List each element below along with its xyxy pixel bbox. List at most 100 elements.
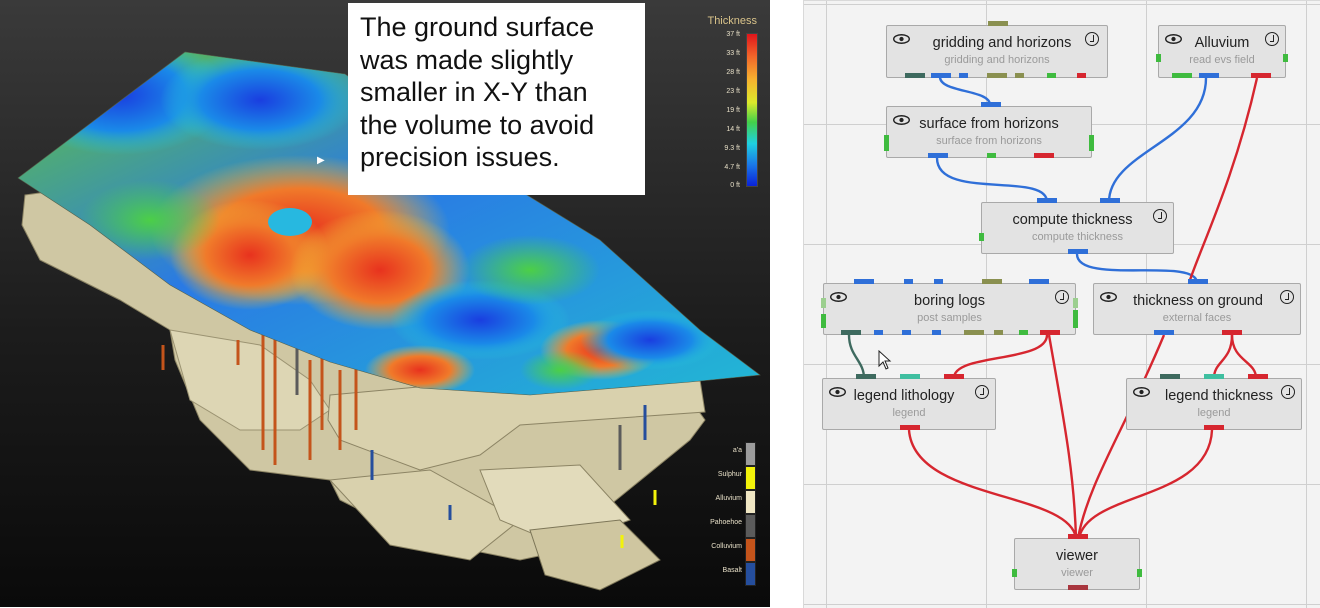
input-port[interactable] [1100,198,1120,203]
input-port[interactable] [982,279,1002,284]
node-subtitle: legend [1197,407,1231,419]
node-gridding-and-horizons[interactable]: gridding and horizons gridding and horiz… [886,21,1108,78]
output-port[interactable] [1034,153,1054,158]
output-port[interactable] [1222,330,1242,335]
output-port[interactable] [1040,330,1060,335]
input-port[interactable] [944,374,964,379]
input-port[interactable] [854,279,874,284]
output-port[interactable] [1068,249,1088,254]
node-boring-logs[interactable]: boring logs post samples [821,279,1078,335]
side-port[interactable] [884,135,889,151]
output-port[interactable] [905,73,925,78]
thickness-legend-title: Thickness [707,15,757,27]
output-port[interactable] [1154,330,1174,335]
input-port[interactable] [1029,279,1049,284]
output-port[interactable] [994,330,1003,335]
node-viewer[interactable]: viewer viewer [1012,534,1142,590]
input-port[interactable] [1248,374,1268,379]
side-port[interactable] [821,314,826,328]
node-title: compute thickness [1012,212,1133,228]
side-port[interactable] [821,298,826,308]
output-port[interactable] [1251,73,1271,78]
output-port[interactable] [1199,73,1219,78]
download-icon[interactable] [1281,385,1295,399]
output-port[interactable] [1068,585,1088,590]
output-port[interactable] [928,153,948,158]
input-port[interactable] [1068,534,1088,539]
input-port[interactable] [1160,374,1180,379]
node-alluvium[interactable]: Alluvium read evs field [1156,25,1288,78]
side-port[interactable] [1283,54,1288,62]
lithology-legend-item: Alluvium [690,490,762,514]
output-port[interactable] [1019,330,1028,335]
output-port[interactable] [964,330,984,335]
lithology-legend: a'a Sulphur Alluvium Pahoehoe Colluvium … [690,438,762,594]
side-port[interactable] [1137,569,1142,577]
input-port[interactable] [856,374,876,379]
output-port[interactable] [932,330,941,335]
node-thickness-on-ground[interactable]: thickness on ground external faces [1093,279,1301,335]
output-port[interactable] [959,73,968,78]
thickness-tick: 14 ft [726,126,740,133]
download-icon[interactable] [1153,209,1167,223]
output-port[interactable] [1015,73,1024,78]
output-port[interactable] [1204,425,1224,430]
output-port[interactable] [841,330,861,335]
input-port[interactable] [988,21,1008,26]
output-port[interactable] [931,73,951,78]
download-icon[interactable] [1265,32,1279,46]
output-port[interactable] [987,153,996,158]
output-port[interactable] [902,330,911,335]
lithology-swatch [745,442,756,466]
wire-boring-to-viewer [1047,334,1078,539]
node-surface-from-horizons[interactable]: surface from horizons surface from horiz… [884,102,1094,158]
node-title: viewer [1056,548,1098,564]
side-port[interactable] [1073,310,1078,328]
side-port[interactable] [1156,54,1161,62]
lithology-label: Alluvium [715,495,742,502]
node-subtitle: gridding and horizons [944,54,1050,66]
side-port[interactable] [1089,135,1094,151]
input-port[interactable] [1037,198,1057,203]
node-title: surface from horizons [919,116,1059,132]
input-port[interactable] [1188,279,1208,284]
output-port[interactable] [1172,73,1192,78]
annotation-textbox: The ground surface was made slightly sma… [348,3,645,195]
side-port[interactable] [979,233,984,241]
node-title: thickness on ground [1133,293,1263,309]
output-port[interactable] [874,330,883,335]
output-port[interactable] [987,73,1007,78]
lithology-label: Pahoehoe [710,519,742,526]
lithology-swatch [745,562,756,586]
wire-alluvium-to-ground [1187,77,1259,284]
thickness-tick: 4.7 ft [724,164,740,171]
node-subtitle: read evs field [1189,54,1255,66]
download-icon[interactable] [975,385,989,399]
node-legend-lithology[interactable]: legend lithology legend [822,374,996,430]
input-port[interactable] [1204,374,1224,379]
3d-viewport[interactable]: ▶ The ground surface was made slightly s… [0,0,770,607]
download-icon[interactable] [1085,32,1099,46]
download-icon[interactable] [1280,290,1294,304]
node-legend-thickness[interactable]: legend thickness legend [1126,374,1302,430]
node-compute-thickness[interactable]: compute thickness compute thickness [979,198,1174,254]
output-port[interactable] [1077,73,1086,78]
input-port[interactable] [900,374,920,379]
output-port[interactable] [900,425,920,430]
lithology-swatch [745,514,756,538]
input-port[interactable] [934,279,943,284]
lithology-label: Sulphur [717,471,742,478]
side-port[interactable] [1012,569,1017,577]
output-port[interactable] [1047,73,1056,78]
thickness-tick: 37 ft [726,31,740,38]
thickness-legend: Thickness 37 ft 33 ft 28 ft 23 ft 19 ft … [700,15,762,195]
wire-gridding-to-surface [938,76,992,106]
side-port[interactable] [1073,298,1078,308]
network-editor[interactable]: gridding and horizons gridding and horiz… [803,0,1320,608]
download-icon[interactable] [1055,290,1069,304]
lithology-label: Basalt [722,567,742,574]
mouse-cursor-icon: ▶ [317,155,325,166]
input-port[interactable] [904,279,913,284]
input-port[interactable] [981,102,1001,107]
wire-compute-to-ground [1075,253,1199,284]
